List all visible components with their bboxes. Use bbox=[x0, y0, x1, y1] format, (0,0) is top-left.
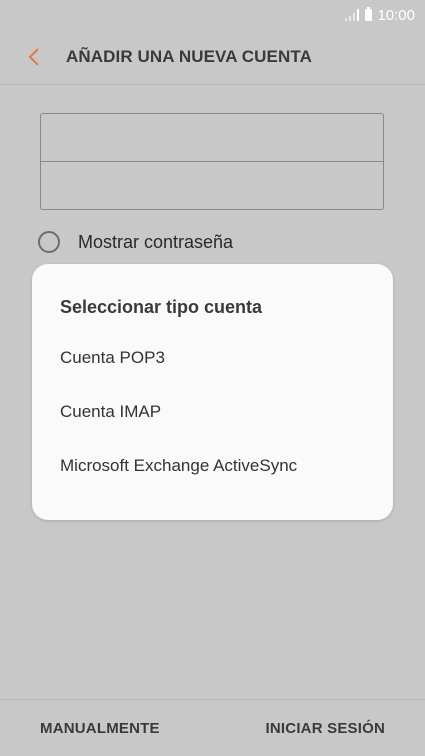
battery-icon bbox=[365, 7, 373, 21]
status-time: 10:00 bbox=[377, 6, 415, 24]
password-field[interactable] bbox=[41, 162, 383, 210]
signal-icon bbox=[345, 9, 360, 21]
option-pop3[interactable]: Cuenta POP3 bbox=[60, 343, 370, 373]
show-password-label: Mostrar contraseña bbox=[78, 231, 234, 252]
bottom-action-bar: MANUALMENTE INICIAR SESIÓN bbox=[0, 699, 425, 756]
chevron-left-icon[interactable] bbox=[22, 45, 46, 69]
credentials-field-group bbox=[40, 113, 384, 210]
option-exchange-activesync[interactable]: Microsoft Exchange ActiveSync bbox=[60, 451, 370, 481]
page-title: AÑADIR UNA NUEVA CUENTA bbox=[66, 47, 312, 66]
email-field[interactable] bbox=[41, 114, 383, 162]
manual-setup-button[interactable]: MANUALMENTE bbox=[40, 720, 160, 737]
dialog-title: Seleccionar tipo cuenta bbox=[60, 297, 263, 317]
show-password-toggle[interactable]: Mostrar contraseña bbox=[38, 231, 233, 253]
option-imap[interactable]: Cuenta IMAP bbox=[60, 397, 370, 427]
status-bar: 10:00 bbox=[0, 0, 425, 30]
account-type-dialog: Seleccionar tipo cuenta Cuenta POP3 Cuen… bbox=[32, 264, 393, 520]
radio-button[interactable] bbox=[38, 231, 60, 253]
app-header: AÑADIR UNA NUEVA CUENTA bbox=[0, 30, 425, 85]
sign-in-button[interactable]: INICIAR SESIÓN bbox=[266, 720, 385, 737]
